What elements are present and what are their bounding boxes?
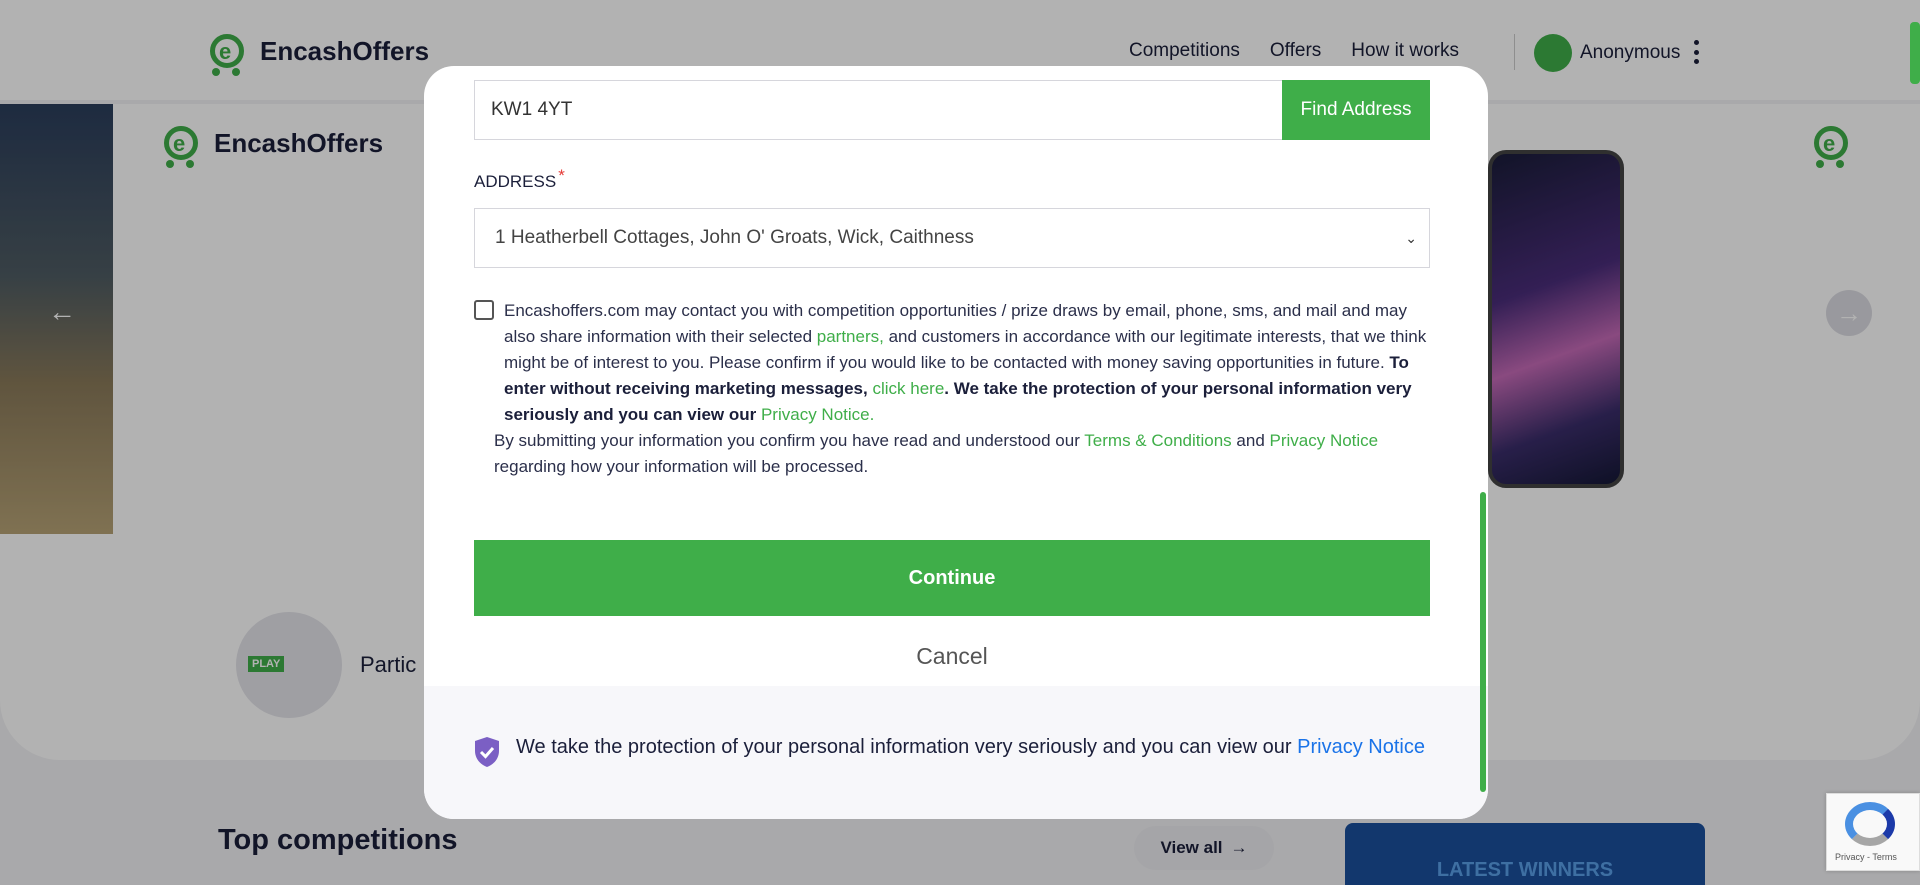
marketing-consent-checkbox[interactable] xyxy=(474,300,494,320)
shield-check-icon xyxy=(475,737,499,767)
terms-link[interactable]: Terms & Conditions xyxy=(1084,431,1231,450)
recaptcha-badge[interactable]: Privacy - Terms xyxy=(1826,793,1920,871)
address-selected-value: 1 Heatherbell Cottages, John O' Groats, … xyxy=(495,227,974,248)
address-label-text: ADDRESS xyxy=(474,172,557,191)
recaptcha-logo-icon xyxy=(1845,802,1895,846)
consent-section: Encashoffers.com may contact you with co… xyxy=(474,298,1430,480)
cancel-button[interactable]: Cancel xyxy=(474,636,1430,676)
privacy-notice-link[interactable]: Privacy Notice. xyxy=(761,405,874,424)
recaptcha-text: Privacy - Terms xyxy=(1835,852,1897,862)
find-address-button[interactable]: Find Address xyxy=(1282,80,1430,140)
consent-text: Encashoffers.com may contact you with co… xyxy=(504,301,1427,424)
address-modal: Find Address ADDRESS* 1 Heatherbell Cott… xyxy=(424,66,1488,819)
postcode-row: Find Address xyxy=(474,80,1430,140)
privacy-footer-text: We take the protection of your personal … xyxy=(516,736,1425,758)
address-select[interactable]: 1 Heatherbell Cottages, John O' Groats, … xyxy=(474,208,1430,268)
required-marker: * xyxy=(558,166,565,185)
postcode-input[interactable] xyxy=(474,80,1282,140)
page-scrollbar[interactable] xyxy=(1910,22,1920,84)
privacy-notice-link-2[interactable]: Privacy Notice xyxy=(1270,431,1379,450)
footer-privacy-link[interactable]: Privacy Notice xyxy=(1297,736,1425,758)
chevron-down-icon: ⌄ xyxy=(1405,229,1417,246)
partners-link[interactable]: partners, xyxy=(817,327,884,346)
submit-disclaimer: By submitting your information you confi… xyxy=(494,431,1379,476)
continue-button[interactable]: Continue xyxy=(474,540,1430,616)
address-label: ADDRESS * xyxy=(474,166,565,192)
modal-scrollbar[interactable] xyxy=(1480,492,1486,792)
click-here-link[interactable]: click here xyxy=(872,379,944,398)
